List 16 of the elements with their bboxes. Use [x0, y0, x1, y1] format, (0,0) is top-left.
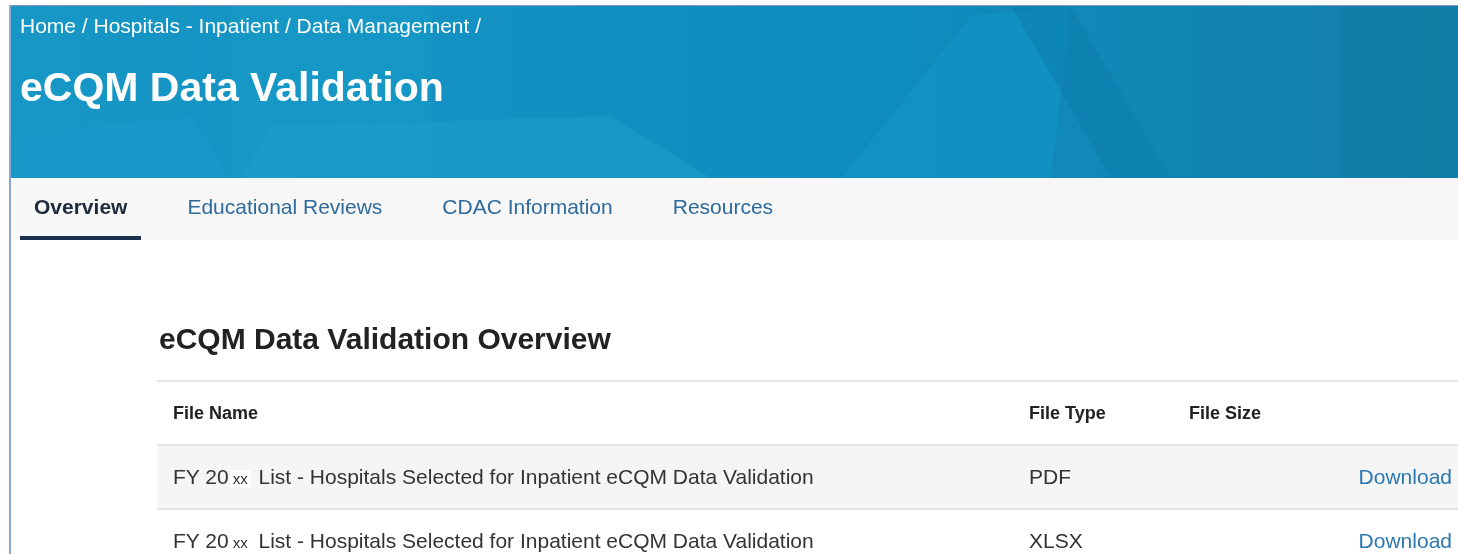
column-header: File Name	[173, 402, 260, 424]
tab[interactable]: Resources	[658, 178, 788, 240]
table-cell-text: FY 20 xx List - Hospitals Selected for Inpatient eCQM Data Validation	[173, 529, 815, 553]
table-cell-text: PDF	[1029, 465, 1072, 489]
table-cell-text: XLSX	[1029, 529, 1084, 553]
table-cell-text: FY 20 xx List - Hospitals Selected for Inpatient eCQM Data Validation	[173, 465, 815, 489]
column-header: File Size	[1189, 402, 1263, 424]
download-link[interactable]: Download	[1358, 465, 1452, 489]
page-title: eCQM Data Validation	[20, 64, 445, 111]
download-link[interactable]: Download	[1358, 529, 1452, 553]
tab[interactable]: CDAC Information	[428, 178, 627, 240]
tab[interactable]: Overview	[20, 178, 142, 240]
tab[interactable]: Educational Reviews	[173, 178, 397, 240]
section-heading: eCQM Data Validation Overview	[159, 322, 612, 356]
column-header: File Type	[1029, 402, 1107, 424]
breadcrumb: Home / Hospitals - Inpatient / Data Management /	[20, 14, 483, 38]
